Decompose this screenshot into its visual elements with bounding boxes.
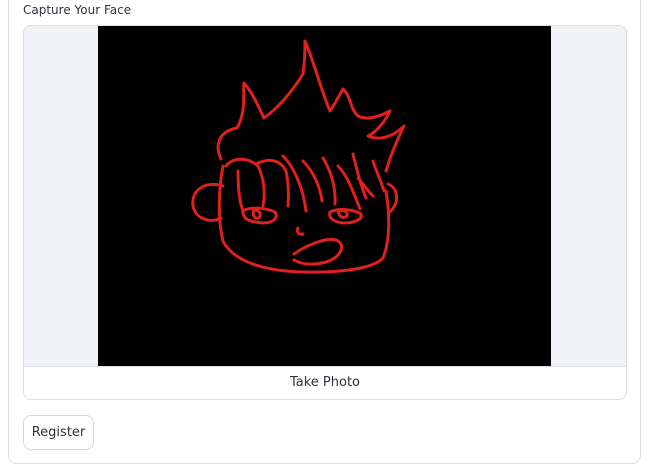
camera-video-feed [98, 26, 551, 366]
camera-preview-area [24, 26, 626, 366]
camera-input-widget: Take Photo [23, 25, 627, 400]
doodle-right-eye [328, 208, 363, 225]
register-button[interactable]: Register [23, 415, 94, 450]
doodle-fringe [224, 152, 386, 213]
doodle-left-eye [241, 206, 278, 225]
doodle-mouth [292, 238, 343, 266]
face-doodle-drawing [191, 39, 406, 274]
doodle-hair-outline [216, 39, 406, 173]
doodle-nose [295, 226, 305, 236]
take-photo-button[interactable]: Take Photo [24, 366, 626, 399]
camera-input-label: Capture Your Face [23, 3, 132, 17]
